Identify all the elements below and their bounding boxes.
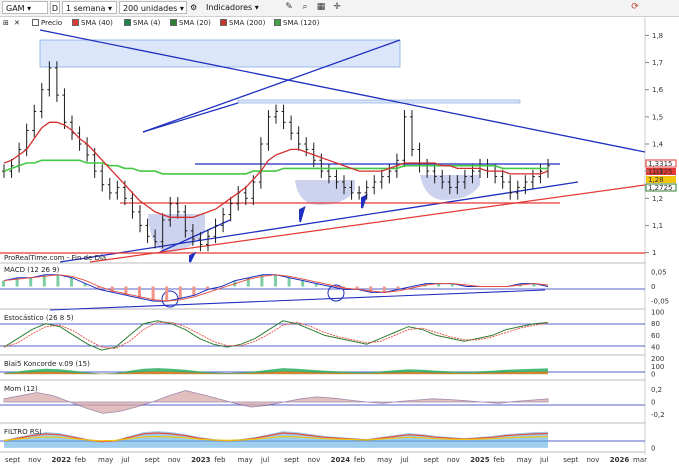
x-axis-label: nov	[447, 456, 460, 464]
macd-axis-label: 0,05	[651, 268, 667, 276]
stoch-axis-label: 80	[651, 320, 660, 328]
price-axis-label: 1,2	[652, 195, 663, 203]
x-axis-label: jul	[399, 456, 408, 464]
macd-label[interactable]: MACD (12 26 9)	[4, 266, 60, 274]
x-axis-label: sept	[563, 456, 578, 464]
x-axis-label: jul	[120, 456, 129, 464]
x-axis-label: feb	[493, 456, 505, 464]
last-price-label: 1,28	[648, 176, 664, 184]
price-axis-label: 1,1	[652, 222, 663, 230]
up-arrow-icon	[189, 251, 197, 263]
x-axis-label: nov	[586, 456, 599, 464]
koncorde-axis-label: 0	[651, 371, 655, 379]
last-price-label: 1,3225	[648, 168, 673, 176]
x-axis-label: 2026	[610, 456, 630, 464]
x-axis-label: may	[98, 456, 113, 464]
x-axis-label: may	[517, 456, 532, 464]
last-price-label: 1,2725	[648, 184, 673, 192]
x-axis-label: feb	[214, 456, 226, 464]
macd-histogram-bar	[70, 277, 73, 287]
highlight-zone-top	[39, 39, 401, 68]
x-axis-label: 2025	[470, 456, 490, 464]
rsi-axis-label: 0	[651, 444, 655, 452]
price-axis-label: 1,4	[652, 141, 664, 149]
macd-histogram-bar	[192, 286, 196, 296]
price-axis-label: 1,7	[652, 59, 663, 67]
rsi-label[interactable]: FILTRO RSI	[4, 428, 41, 436]
koncorde-label[interactable]: Blai5 Koncorde v.09 (15)	[4, 360, 90, 368]
macd-histogram-bar	[165, 286, 169, 302]
x-axis-label: nov	[168, 456, 181, 464]
macd-histogram-bar	[29, 277, 33, 287]
x-axis-label: sept	[5, 456, 20, 464]
macd-histogram-bar	[110, 286, 114, 293]
price-axis-label: 1	[652, 249, 656, 257]
x-axis-label: may	[238, 456, 253, 464]
x-axis-label: feb	[75, 456, 87, 464]
highlight-zone-mid	[237, 99, 521, 104]
macd-histogram-bar	[287, 277, 291, 287]
mom-area	[3, 390, 549, 414]
macd-histogram-bar	[2, 280, 5, 287]
source-label: ProRealTime.com - Fin de Día	[4, 254, 106, 262]
stoch-axis-label: 60	[651, 332, 660, 340]
stoch-d-line	[3, 321, 549, 350]
x-axis-label: sept	[424, 456, 439, 464]
x-axis-label: sept	[284, 456, 299, 464]
macd-histogram-bar	[56, 274, 60, 287]
mom-axis-label: -0,2	[651, 411, 665, 419]
stoch-label[interactable]: Estocástico (26 8 5)	[4, 314, 74, 322]
x-axis-label: sept	[145, 456, 160, 464]
price-axis-label: 1,8	[652, 32, 663, 40]
x-axis-label: jul	[260, 456, 269, 464]
macd-histogram-bar	[274, 274, 277, 287]
x-axis-label: feb	[354, 456, 366, 464]
macd-axis-label: 0	[651, 283, 655, 291]
x-axis-label: nov	[307, 456, 320, 464]
macd-histogram-bar	[301, 280, 305, 287]
x-axis-label: 2023	[191, 456, 211, 464]
mom-label[interactable]: Mom (12)	[4, 385, 38, 393]
stoch-axis-label: 100	[651, 309, 664, 317]
x-axis-label: 2022	[52, 456, 72, 464]
price-axis-label: 1,5	[652, 113, 663, 121]
x-axis-label: jul	[539, 456, 548, 464]
macd-axis-label: -0,05	[651, 298, 669, 306]
x-axis-label: mar	[633, 456, 647, 464]
x-axis-label: may	[377, 456, 392, 464]
x-axis-label: 2024	[331, 456, 351, 464]
mom-axis-label: 0,2	[651, 386, 662, 394]
price-axis-label: 1,6	[652, 86, 664, 94]
macd-histogram-bar	[369, 286, 373, 293]
mom-axis-label: 0	[651, 399, 655, 407]
last-price-label: 1,3315	[648, 160, 673, 168]
stock-chart[interactable]: 1,81,71,61,51,41,31,21,111,33151,32251,2…	[0, 0, 679, 465]
stoch-axis-label: 40	[651, 344, 660, 352]
macd-histogram-bar	[382, 286, 386, 293]
x-axis-label: nov	[28, 456, 41, 464]
macd-histogram-bar	[178, 286, 182, 299]
